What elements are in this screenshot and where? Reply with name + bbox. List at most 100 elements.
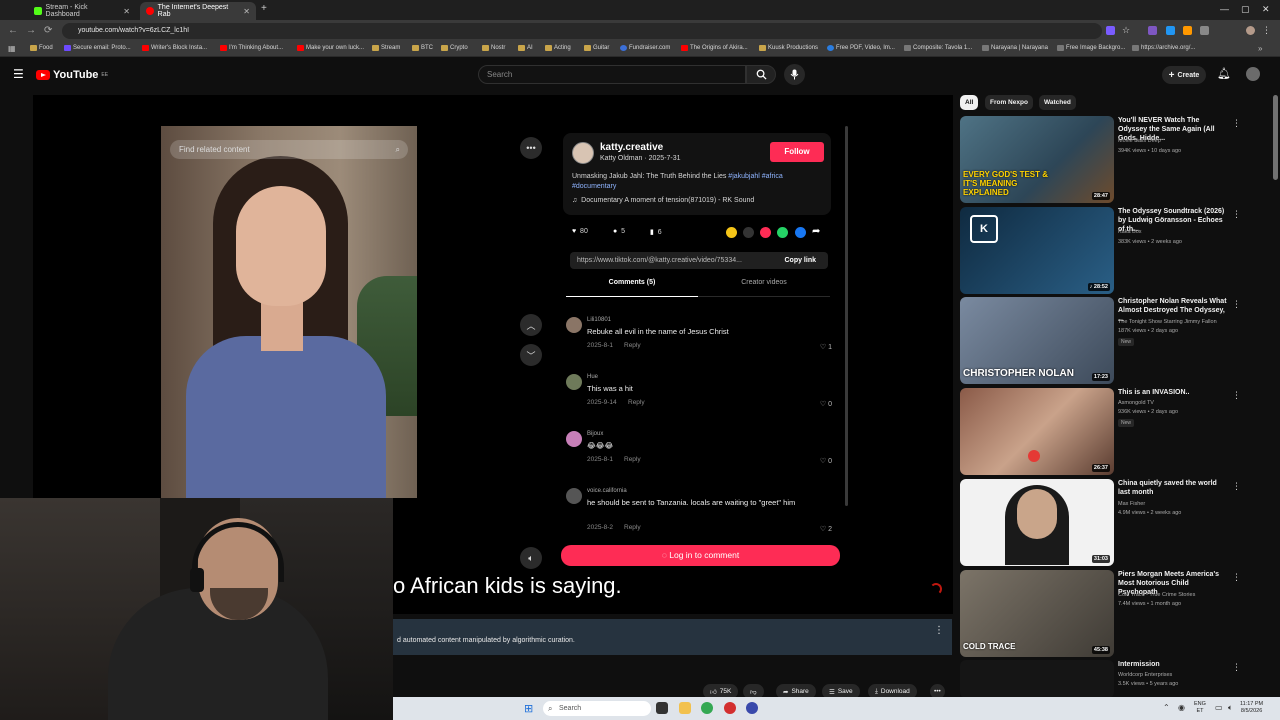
create-button[interactable]: + Create	[1162, 66, 1206, 84]
commenter-name[interactable]: Lili10801	[587, 317, 611, 323]
more-options-icon[interactable]: •••	[520, 137, 542, 159]
repost-icon[interactable]	[726, 227, 737, 238]
close-tab-icon[interactable]: ✕	[243, 7, 250, 16]
previous-video-chevron-up-icon[interactable]: ︿	[520, 314, 542, 336]
comment-like-button[interactable]: ♡ 0	[820, 457, 832, 465]
commenter-avatar[interactable]	[566, 374, 582, 390]
extensions-puzzle-icon[interactable]	[1200, 26, 1209, 35]
recommended-video[interactable]: 26:37 This is an INVASION.. Asmongold TV…	[960, 388, 1270, 476]
chip-watched[interactable]: Watched	[1039, 95, 1076, 110]
language-indicator[interactable]: ENG ET	[1194, 701, 1206, 715]
send-to-friends-icon[interactable]	[760, 227, 771, 238]
recommended-video[interactable]: 31:03 China quietly saved the world last…	[960, 479, 1270, 567]
whatsapp-icon[interactable]	[777, 227, 788, 238]
share-arrow-icon[interactable]: ➦	[812, 226, 820, 237]
voice-search-button[interactable]	[784, 64, 805, 85]
video-menu-icon[interactable]: ⋮	[1232, 390, 1241, 401]
close-tab-icon[interactable]: ✕	[123, 7, 130, 16]
channel-name[interactable]: Max Fisher	[1118, 501, 1145, 507]
tab-youtube-video[interactable]: The Internet's Deepest Rab ✕	[140, 2, 256, 20]
new-tab-button[interactable]: +	[261, 3, 267, 14]
author-avatar[interactable]	[572, 142, 594, 164]
file-explorer-icon[interactable]	[679, 702, 691, 714]
tray-app-icon[interactable]: ◉	[1178, 703, 1185, 712]
bookmark-item[interactable]: Stream	[372, 45, 400, 51]
close-window-icon[interactable]: ✕	[1262, 4, 1270, 15]
video-title[interactable]: This is an INVASION..	[1118, 388, 1230, 397]
extension-icon[interactable]	[1166, 26, 1175, 35]
commenter-avatar[interactable]	[566, 488, 582, 504]
bookmark-item[interactable]: I'm Thinking About...	[220, 45, 283, 51]
video-thumbnail[interactable]: EVERY GOD'S TEST & IT'S MEANING EXPLAINE…	[960, 116, 1114, 203]
video-menu-icon[interactable]: ⋮	[1232, 662, 1241, 673]
comments-button[interactable]: ● 5	[613, 228, 625, 235]
bookmark-item[interactable]: BTC	[412, 45, 433, 51]
search-button[interactable]	[746, 65, 776, 84]
hamburger-menu-icon[interactable]: ☰	[13, 67, 24, 81]
apps-grid-icon[interactable]: ▦	[8, 44, 16, 53]
video-title[interactable]: Intermission	[1118, 660, 1230, 669]
search-input[interactable]: Search	[478, 65, 746, 84]
bookmark-item[interactable]: Free Image Backgro...	[1057, 45, 1125, 51]
comment-like-button[interactable]: ♡ 0	[820, 400, 832, 408]
commenter-name[interactable]: Hue	[587, 374, 598, 380]
chrome-icon[interactable]	[701, 702, 713, 714]
recommended-video[interactable]: Intermission Worldcorp Enterprises 3.5K …	[960, 660, 1270, 698]
bookmark-item[interactable]: https://archive.org/...	[1132, 45, 1195, 51]
recommended-video[interactable]: COLD TRACE 45:38 Piers Morgan Meets Amer…	[960, 570, 1270, 658]
bookmark-item[interactable]: Free PDF, Video, Im...	[827, 45, 895, 51]
embed-code-icon[interactable]	[743, 227, 754, 238]
like-button[interactable]: ♥ 80	[572, 228, 588, 235]
task-view-icon[interactable]	[656, 702, 668, 714]
bookmark-item[interactable]: Guitar	[584, 45, 609, 51]
clock[interactable]: 11:17 PM 8/5/2026	[1240, 701, 1263, 715]
bookmark-star-icon[interactable]: ☆	[1122, 25, 1130, 36]
save-favorite-button[interactable]: ▮ 6	[650, 228, 662, 236]
bookmark-item[interactable]: Nostr	[482, 45, 505, 51]
facebook-icon[interactable]	[795, 227, 806, 238]
info-panel-menu-icon[interactable]: ⋮	[934, 625, 944, 636]
notifications-bell-icon[interactable]: 🔔︎	[1217, 67, 1231, 80]
bookmark-item[interactable]: Fundraiser.com	[620, 45, 670, 51]
video-menu-icon[interactable]: ⋮	[1232, 572, 1241, 583]
tab-comments[interactable]: Comments (5)	[566, 279, 698, 297]
channel-name[interactable]: Cold Trace - True Crime Stories	[1118, 592, 1195, 598]
commenter-avatar[interactable]	[566, 317, 582, 333]
channel-name[interactable]: Kaka Box	[1118, 229, 1142, 235]
follow-button[interactable]: Follow	[770, 142, 824, 162]
comments-scrollbar[interactable]	[845, 126, 848, 506]
bookmark-item[interactable]: Crypto	[441, 45, 468, 51]
comment-like-button[interactable]: ♡ 1	[820, 343, 832, 351]
profile-avatar[interactable]	[1246, 26, 1255, 35]
url-field[interactable]: youtube.com/watch?v=6zLCZ_lc1hI	[62, 23, 1102, 39]
volume-icon[interactable]: 🔈︎	[1228, 703, 1233, 713]
log-in-to-comment-button[interactable]: ◌ Log in to comment	[561, 545, 840, 566]
recommended-video[interactable]: K ♪ 28:52 The Odyssey Soundtrack (2026) …	[960, 207, 1270, 295]
author-username[interactable]: katty.creative	[600, 142, 663, 153]
more-bookmarks-icon[interactable]: »	[1258, 44, 1262, 53]
extension-icon[interactable]	[1183, 26, 1192, 35]
bookmark-item[interactable]: Kuusk Productions	[759, 45, 818, 51]
tiktok-video-frame[interactable]	[161, 126, 417, 498]
commenter-name[interactable]: voice.california	[587, 488, 627, 494]
video-thumbnail[interactable]: 26:37	[960, 388, 1114, 475]
video-thumbnail[interactable]: K ♪ 28:52	[960, 207, 1114, 294]
video-menu-icon[interactable]: ⋮	[1232, 209, 1241, 220]
app-icon[interactable]	[724, 702, 736, 714]
next-video-chevron-down-icon[interactable]: ﹀	[520, 344, 542, 366]
bookmark-item[interactable]: Acting	[545, 45, 571, 51]
network-icon[interactable]: ▭	[1215, 703, 1223, 712]
bookmark-item[interactable]: Composite: Tavola 1...	[904, 45, 972, 51]
taskbar-search-input[interactable]: ⌕ Search	[543, 701, 651, 716]
bookmark-item[interactable]: AI	[518, 45, 533, 51]
video-title[interactable]: China quietly saved the world last month	[1118, 479, 1230, 497]
find-related-input[interactable]: Find related content ⌕	[170, 140, 408, 159]
sound-row[interactable]: ♫ Documentary A moment of tension(871019…	[572, 197, 754, 204]
reply-button[interactable]: Reply	[624, 456, 641, 463]
video-thumbnail[interactable]	[960, 660, 1114, 698]
maximize-icon[interactable]: ▢	[1241, 4, 1250, 15]
bookmark-item[interactable]: Writer's Block Insta...	[142, 45, 207, 51]
recommended-video[interactable]: EVERY GOD'S TEST & IT'S MEANING EXPLAINE…	[960, 116, 1270, 204]
channel-name[interactable]: Worldcorp Enterprises	[1118, 672, 1172, 678]
video-menu-icon[interactable]: ⋮	[1232, 481, 1241, 492]
